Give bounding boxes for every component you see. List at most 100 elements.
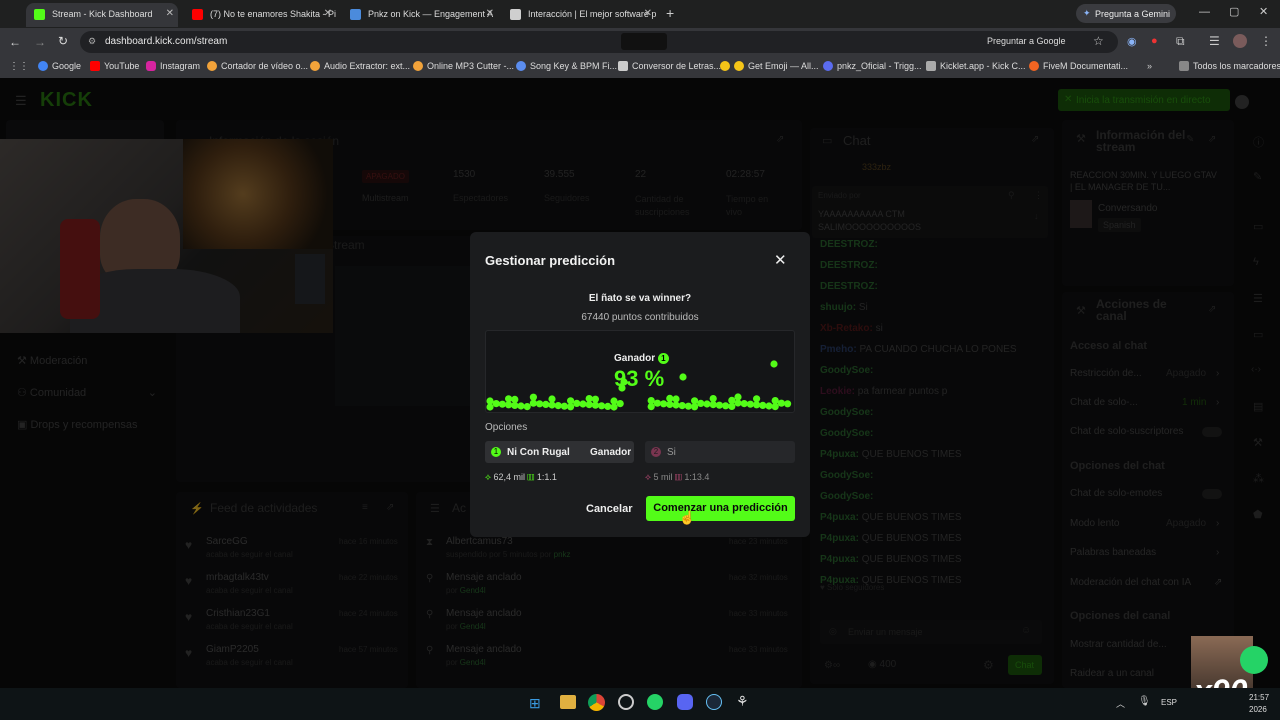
points-dots-graphic — [486, 360, 792, 411]
bookmark-label: Audio Extractor: ext... — [324, 61, 411, 71]
close-icon[interactable]: ✕ — [644, 8, 652, 19]
bookmark-instagram[interactable]: Instagram — [146, 61, 200, 71]
minimize-button[interactable]: — — [1199, 6, 1210, 18]
close-icon[interactable]: ✕ — [774, 251, 787, 269]
back-icon[interactable]: ← — [9, 35, 21, 49]
clock-date[interactable]: 2026 — [1249, 705, 1267, 714]
whatsapp-bubble-icon[interactable] — [1240, 646, 1268, 674]
gemini-icon: ✦ — [1083, 8, 1091, 18]
option-2-card[interactable]: 2 Si — [645, 441, 795, 463]
close-window-button[interactable]: ✕ — [1259, 5, 1268, 18]
point-dot — [770, 360, 778, 368]
winner-tag: Ganador — [590, 447, 632, 458]
bookmark-emoji[interactable]: Get Emoji — All... — [720, 61, 819, 71]
mouse-cursor-icon: ☝ — [679, 510, 696, 525]
bookmark-star-icon[interactable]: ☆ — [1093, 34, 1104, 48]
tab-label: Pnkz on Kick — Engagement A — [368, 9, 494, 19]
point-dot — [678, 402, 686, 410]
bookmark-favicon-icon — [310, 61, 320, 71]
bookmark-favicon-icon — [926, 61, 936, 71]
bookmark-audio-extractor[interactable]: Audio Extractor: ext... — [310, 61, 410, 71]
apps-icon[interactable]: ⋮⋮ — [9, 61, 29, 72]
point-dot — [753, 395, 761, 403]
clock-time[interactable]: 21:57 — [1249, 693, 1269, 702]
ratio-icon: ▥ — [527, 472, 535, 482]
microphone-icon[interactable]: 🎙 — [1138, 696, 1151, 707]
options-label: Opciones — [485, 422, 528, 433]
point-dot — [691, 397, 699, 405]
point-dot — [684, 402, 692, 410]
url-text: dashboard.kick.com/stream — [105, 36, 228, 47]
point-dot — [598, 402, 606, 410]
tab-engagement[interactable]: Pnkz on Kick — Engagement A ✕ — [342, 3, 498, 27]
ask-google-button[interactable]: Preguntar a Google — [987, 36, 1066, 46]
extension-icon[interactable]: ● — [1151, 35, 1158, 47]
menu-icon[interactable]: ⋮ — [1260, 34, 1272, 48]
point-dot — [666, 394, 674, 402]
kick-favicon-icon — [34, 9, 45, 20]
url-field[interactable]: ⚙ dashboard.kick.com/stream Preguntar a … — [80, 31, 1118, 53]
bookmark-kicklet[interactable]: Kicklet.app - Kick C... — [926, 61, 1026, 71]
bookmark-pnkz[interactable]: pnkz_Oficial - Trigg... — [823, 61, 922, 71]
engagement-favicon-icon — [350, 9, 361, 20]
reload-icon[interactable]: ↻ — [58, 34, 68, 48]
extension-icon[interactable]: ◉ — [1127, 35, 1137, 48]
whatsapp-icon[interactable] — [647, 694, 663, 710]
forward-icon[interactable]: → — [34, 35, 46, 49]
point-dot — [771, 397, 779, 405]
bookmark-song-key[interactable]: Song Key & BPM Fi... — [516, 61, 617, 71]
point-dot — [616, 400, 624, 408]
prediction-chart: Ganador 1 93 % — [485, 330, 795, 413]
all-bookmarks[interactable]: Todos los marcadores — [1179, 61, 1280, 71]
discord-icon[interactable] — [677, 694, 693, 710]
maximize-button[interactable]: ▢ — [1229, 5, 1239, 18]
more-bookmarks-icon[interactable]: » — [1147, 61, 1152, 71]
language-indicator[interactable]: ESP — [1161, 698, 1177, 707]
close-icon[interactable]: ✕ — [166, 8, 174, 19]
chevron-up-icon[interactable]: ︿ — [1116, 697, 1125, 710]
file-explorer-icon[interactable] — [560, 695, 576, 709]
browser-tab-strip: Stream - Kick Dashboard ✕ (7) No te enam… — [0, 0, 1280, 28]
obs-icon[interactable] — [618, 694, 634, 710]
ask-google-label: Preguntar a Google — [987, 36, 1066, 46]
windows-start-icon[interactable]: ⊞ — [529, 695, 541, 712]
bookmark-favicon-icon — [413, 61, 423, 71]
bookmark-mp3-cutter[interactable]: Online MP3 Cutter -... — [413, 61, 514, 71]
site-info-icon[interactable]: ⚙ — [88, 36, 96, 47]
point-dot — [511, 395, 519, 403]
steam-icon[interactable] — [706, 694, 722, 710]
close-icon[interactable]: ✕ — [324, 8, 332, 19]
profile-avatar[interactable] — [1233, 34, 1247, 48]
option-1-card[interactable]: 1 Ni Con Rugal Ganador — [485, 441, 634, 463]
youtube-favicon-icon — [192, 9, 203, 20]
bookmark-fivem[interactable]: FiveM Documentati... — [1029, 61, 1128, 71]
point-dot — [660, 400, 668, 408]
bookmark-favicon-icon — [823, 61, 833, 71]
app-icon[interactable]: ⚘ — [736, 693, 749, 710]
tab-youtube[interactable]: (7) No te enamores Shakita - Pi ✕ — [184, 3, 336, 27]
tab-search-icon[interactable]: ☰ — [1209, 34, 1220, 48]
option-number-badge: 1 — [491, 447, 501, 457]
point-dot — [548, 395, 556, 403]
extensions-puzzle-icon[interactable]: ⧉ — [1176, 34, 1185, 49]
option-ratio: 1:13.4 — [684, 472, 710, 482]
cancel-button[interactable]: Cancelar — [586, 503, 632, 515]
point-dot — [709, 395, 717, 403]
manage-prediction-modal: Gestionar predicción ✕ El ñato se va win… — [470, 232, 810, 537]
bookmark-google[interactable]: Google — [38, 61, 81, 71]
start-prediction-button[interactable]: Comenzar una predicción — [646, 496, 795, 521]
point-dot — [697, 399, 705, 407]
bookmark-favicon-icon — [618, 61, 628, 71]
tab-interaccion[interactable]: Interacción | El mejor software p ✕ — [502, 3, 656, 27]
gemini-button[interactable]: ✦ Pregunta a Gemini — [1076, 4, 1176, 23]
bookmark-conversor[interactable]: Conversor de Letras... — [618, 61, 721, 71]
tab-kick-dashboard[interactable]: Stream - Kick Dashboard ✕ — [26, 3, 178, 27]
bookmark-youtube[interactable]: YouTube — [90, 61, 139, 71]
option-points: 5 mil — [653, 472, 673, 482]
point-dot — [523, 403, 531, 411]
chrome-icon[interactable] — [588, 694, 605, 711]
close-icon[interactable]: ✕ — [486, 8, 494, 19]
bookmark-cortador[interactable]: Cortador de vídeo o... — [207, 61, 308, 71]
point-dot — [560, 402, 568, 410]
new-tab-button[interactable]: + — [666, 5, 674, 21]
